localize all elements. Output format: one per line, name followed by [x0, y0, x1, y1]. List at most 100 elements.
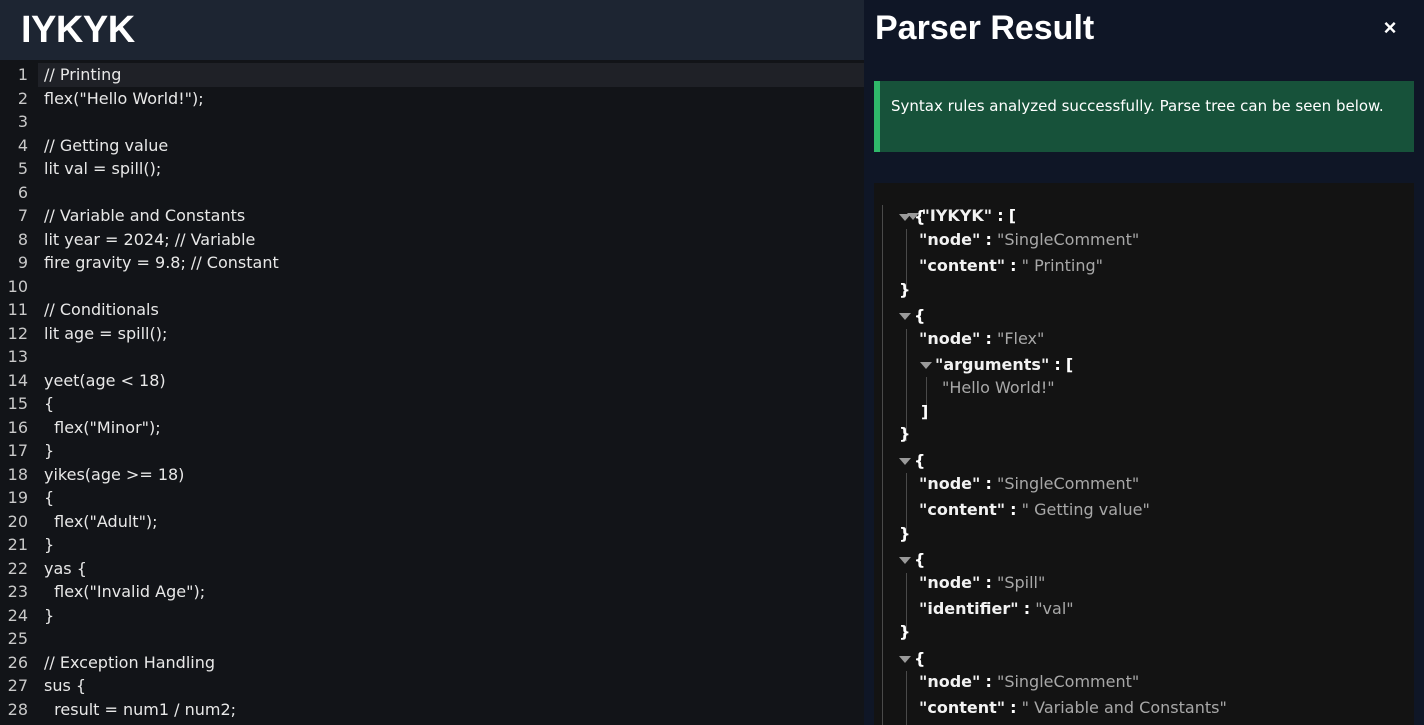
- collapse-triangle-icon[interactable]: [899, 557, 911, 564]
- editor-pane: IYKYK 1// Printing 2 flex("Hello World!");…: [0, 0, 864, 725]
- tree-root[interactable]: "IYKYK" : [: [876, 183, 1016, 225]
- line-code[interactable]: yas {: [38, 559, 87, 578]
- code-line[interactable]: 7// Variable and Constants: [0, 204, 864, 228]
- line-number: 4: [0, 133, 38, 157]
- parse-tree: "IYKYK" : [ { "node" : "SingleComment" "…: [874, 183, 1414, 725]
- tree-guide: [906, 671, 907, 725]
- code-line[interactable]: 3: [0, 110, 864, 134]
- collapse-triangle-icon[interactable]: [899, 656, 911, 663]
- code-editor[interactable]: 1// Printing 2 flex("Hello World!"); 3 4// G…: [0, 63, 864, 725]
- line-code[interactable]: lit val = spill();: [38, 159, 161, 178]
- code-line[interactable]: 26// Exception Handling: [0, 650, 864, 674]
- line-number: 14: [0, 368, 38, 392]
- line-code[interactable]: yeet(age < 18): [38, 371, 166, 390]
- line-code[interactable]: flex("Hello World!");: [38, 89, 204, 108]
- line-code[interactable]: // Printing: [38, 65, 121, 84]
- code-line[interactable]: 21}: [0, 533, 864, 557]
- line-number: 6: [0, 180, 38, 204]
- tree-object-end: }: [899, 424, 911, 443]
- code-line[interactable]: 13: [0, 345, 864, 369]
- line-code[interactable]: lit year = 2024; // Variable: [38, 230, 255, 249]
- line-code[interactable]: flex("Invalid Age");: [38, 582, 205, 601]
- code-line[interactable]: 25: [0, 627, 864, 651]
- line-code[interactable]: yikes(age >= 18): [38, 465, 184, 484]
- tree-field: "identifier" : "val": [919, 599, 1074, 618]
- line-number: 28: [0, 697, 38, 721]
- code-line[interactable]: 16 flex("Minor");: [0, 415, 864, 439]
- code-line[interactable]: 5 lit val = spill();: [0, 157, 864, 181]
- line-code[interactable]: // Variable and Constants: [38, 206, 245, 225]
- line-number: 7: [0, 204, 38, 228]
- line-number: 22: [0, 556, 38, 580]
- code-line[interactable]: 1// Printing: [0, 63, 864, 87]
- code-line[interactable]: 18 yikes(age >= 18): [0, 462, 864, 486]
- tree-object-end: }: [899, 280, 911, 299]
- line-code[interactable]: }: [38, 606, 54, 625]
- code-line[interactable]: 14 yeet(age < 18): [0, 368, 864, 392]
- line-code[interactable]: fire gravity = 9.8; // Constant: [38, 253, 279, 272]
- collapse-triangle-icon[interactable]: [899, 214, 911, 221]
- line-number: 12: [0, 321, 38, 345]
- tree-field: "node" : "SingleComment": [919, 672, 1140, 691]
- code-line[interactable]: 27 sus {: [0, 674, 864, 698]
- tree-array[interactable]: "arguments" : [: [920, 354, 1073, 376]
- tree-object[interactable]: {: [899, 648, 925, 670]
- line-number: 13: [0, 345, 38, 369]
- collapse-triangle-icon[interactable]: [920, 362, 932, 369]
- line-number: 2: [0, 86, 38, 110]
- tree-object-end: }: [899, 622, 911, 641]
- line-number: 18: [0, 462, 38, 486]
- line-code[interactable]: }: [38, 535, 54, 554]
- tree-object[interactable]: {: [899, 206, 925, 228]
- app-logo: IYKYK: [21, 8, 135, 51]
- code-line[interactable]: 12 lit age = spill();: [0, 321, 864, 345]
- code-line[interactable]: 8 lit year = 2024; // Variable: [0, 227, 864, 251]
- code-line[interactable]: 20 flex("Adult");: [0, 509, 864, 533]
- line-code[interactable]: result = num1 / num2;: [38, 700, 236, 719]
- code-line[interactable]: 4// Getting value: [0, 133, 864, 157]
- line-code[interactable]: // Exception Handling: [38, 653, 215, 672]
- code-line[interactable]: 15{: [0, 392, 864, 416]
- code-line[interactable]: 2 flex("Hello World!");: [0, 86, 864, 110]
- line-number: 17: [0, 439, 38, 463]
- tree-array-item: "Hello World!": [942, 378, 1055, 397]
- line-number: 3: [0, 110, 38, 134]
- line-code[interactable]: flex("Minor");: [38, 418, 160, 437]
- code-line[interactable]: 9 fire gravity = 9.8; // Constant: [0, 251, 864, 275]
- tree-object[interactable]: {: [899, 450, 925, 472]
- line-code[interactable]: sus {: [38, 676, 86, 695]
- tree-array-end: ]: [921, 402, 929, 421]
- code-line[interactable]: 28 result = num1 / num2;: [0, 697, 864, 721]
- collapse-triangle-icon[interactable]: [899, 313, 911, 320]
- code-line[interactable]: 17}: [0, 439, 864, 463]
- tree-field: "node" : "Flex": [919, 329, 1045, 348]
- line-code[interactable]: flex("Adult");: [38, 512, 157, 531]
- line-number: 23: [0, 580, 38, 604]
- code-line[interactable]: 23 flex("Invalid Age");: [0, 580, 864, 604]
- collapse-triangle-icon[interactable]: [899, 458, 911, 465]
- tree-field: "content" : " Variable and Constants": [919, 698, 1227, 717]
- close-button[interactable]: ×: [1378, 14, 1402, 42]
- line-code[interactable]: // Getting value: [38, 136, 168, 155]
- line-number: 19: [0, 486, 38, 510]
- app-header: IYKYK: [0, 0, 864, 60]
- code-line[interactable]: 10: [0, 274, 864, 298]
- line-code[interactable]: lit age = spill();: [38, 324, 167, 343]
- code-line[interactable]: 11// Conditionals: [0, 298, 864, 322]
- line-code[interactable]: // Conditionals: [38, 300, 159, 319]
- line-number: 1: [0, 63, 38, 87]
- panel-title: Parser Result: [875, 9, 1095, 47]
- code-line[interactable]: 6: [0, 180, 864, 204]
- line-number: 11: [0, 298, 38, 322]
- line-number: 15: [0, 392, 38, 416]
- code-line[interactable]: 19{: [0, 486, 864, 510]
- code-line[interactable]: 24}: [0, 603, 864, 627]
- tree-object[interactable]: {: [899, 549, 925, 571]
- line-code[interactable]: {: [38, 488, 54, 507]
- tree-object[interactable]: {: [899, 305, 925, 327]
- line-code[interactable]: }: [38, 441, 54, 460]
- line-code[interactable]: {: [38, 394, 54, 413]
- code-line[interactable]: 22 yas {: [0, 556, 864, 580]
- tree-field: "content" : " Getting value": [919, 500, 1150, 519]
- line-number: 5: [0, 157, 38, 181]
